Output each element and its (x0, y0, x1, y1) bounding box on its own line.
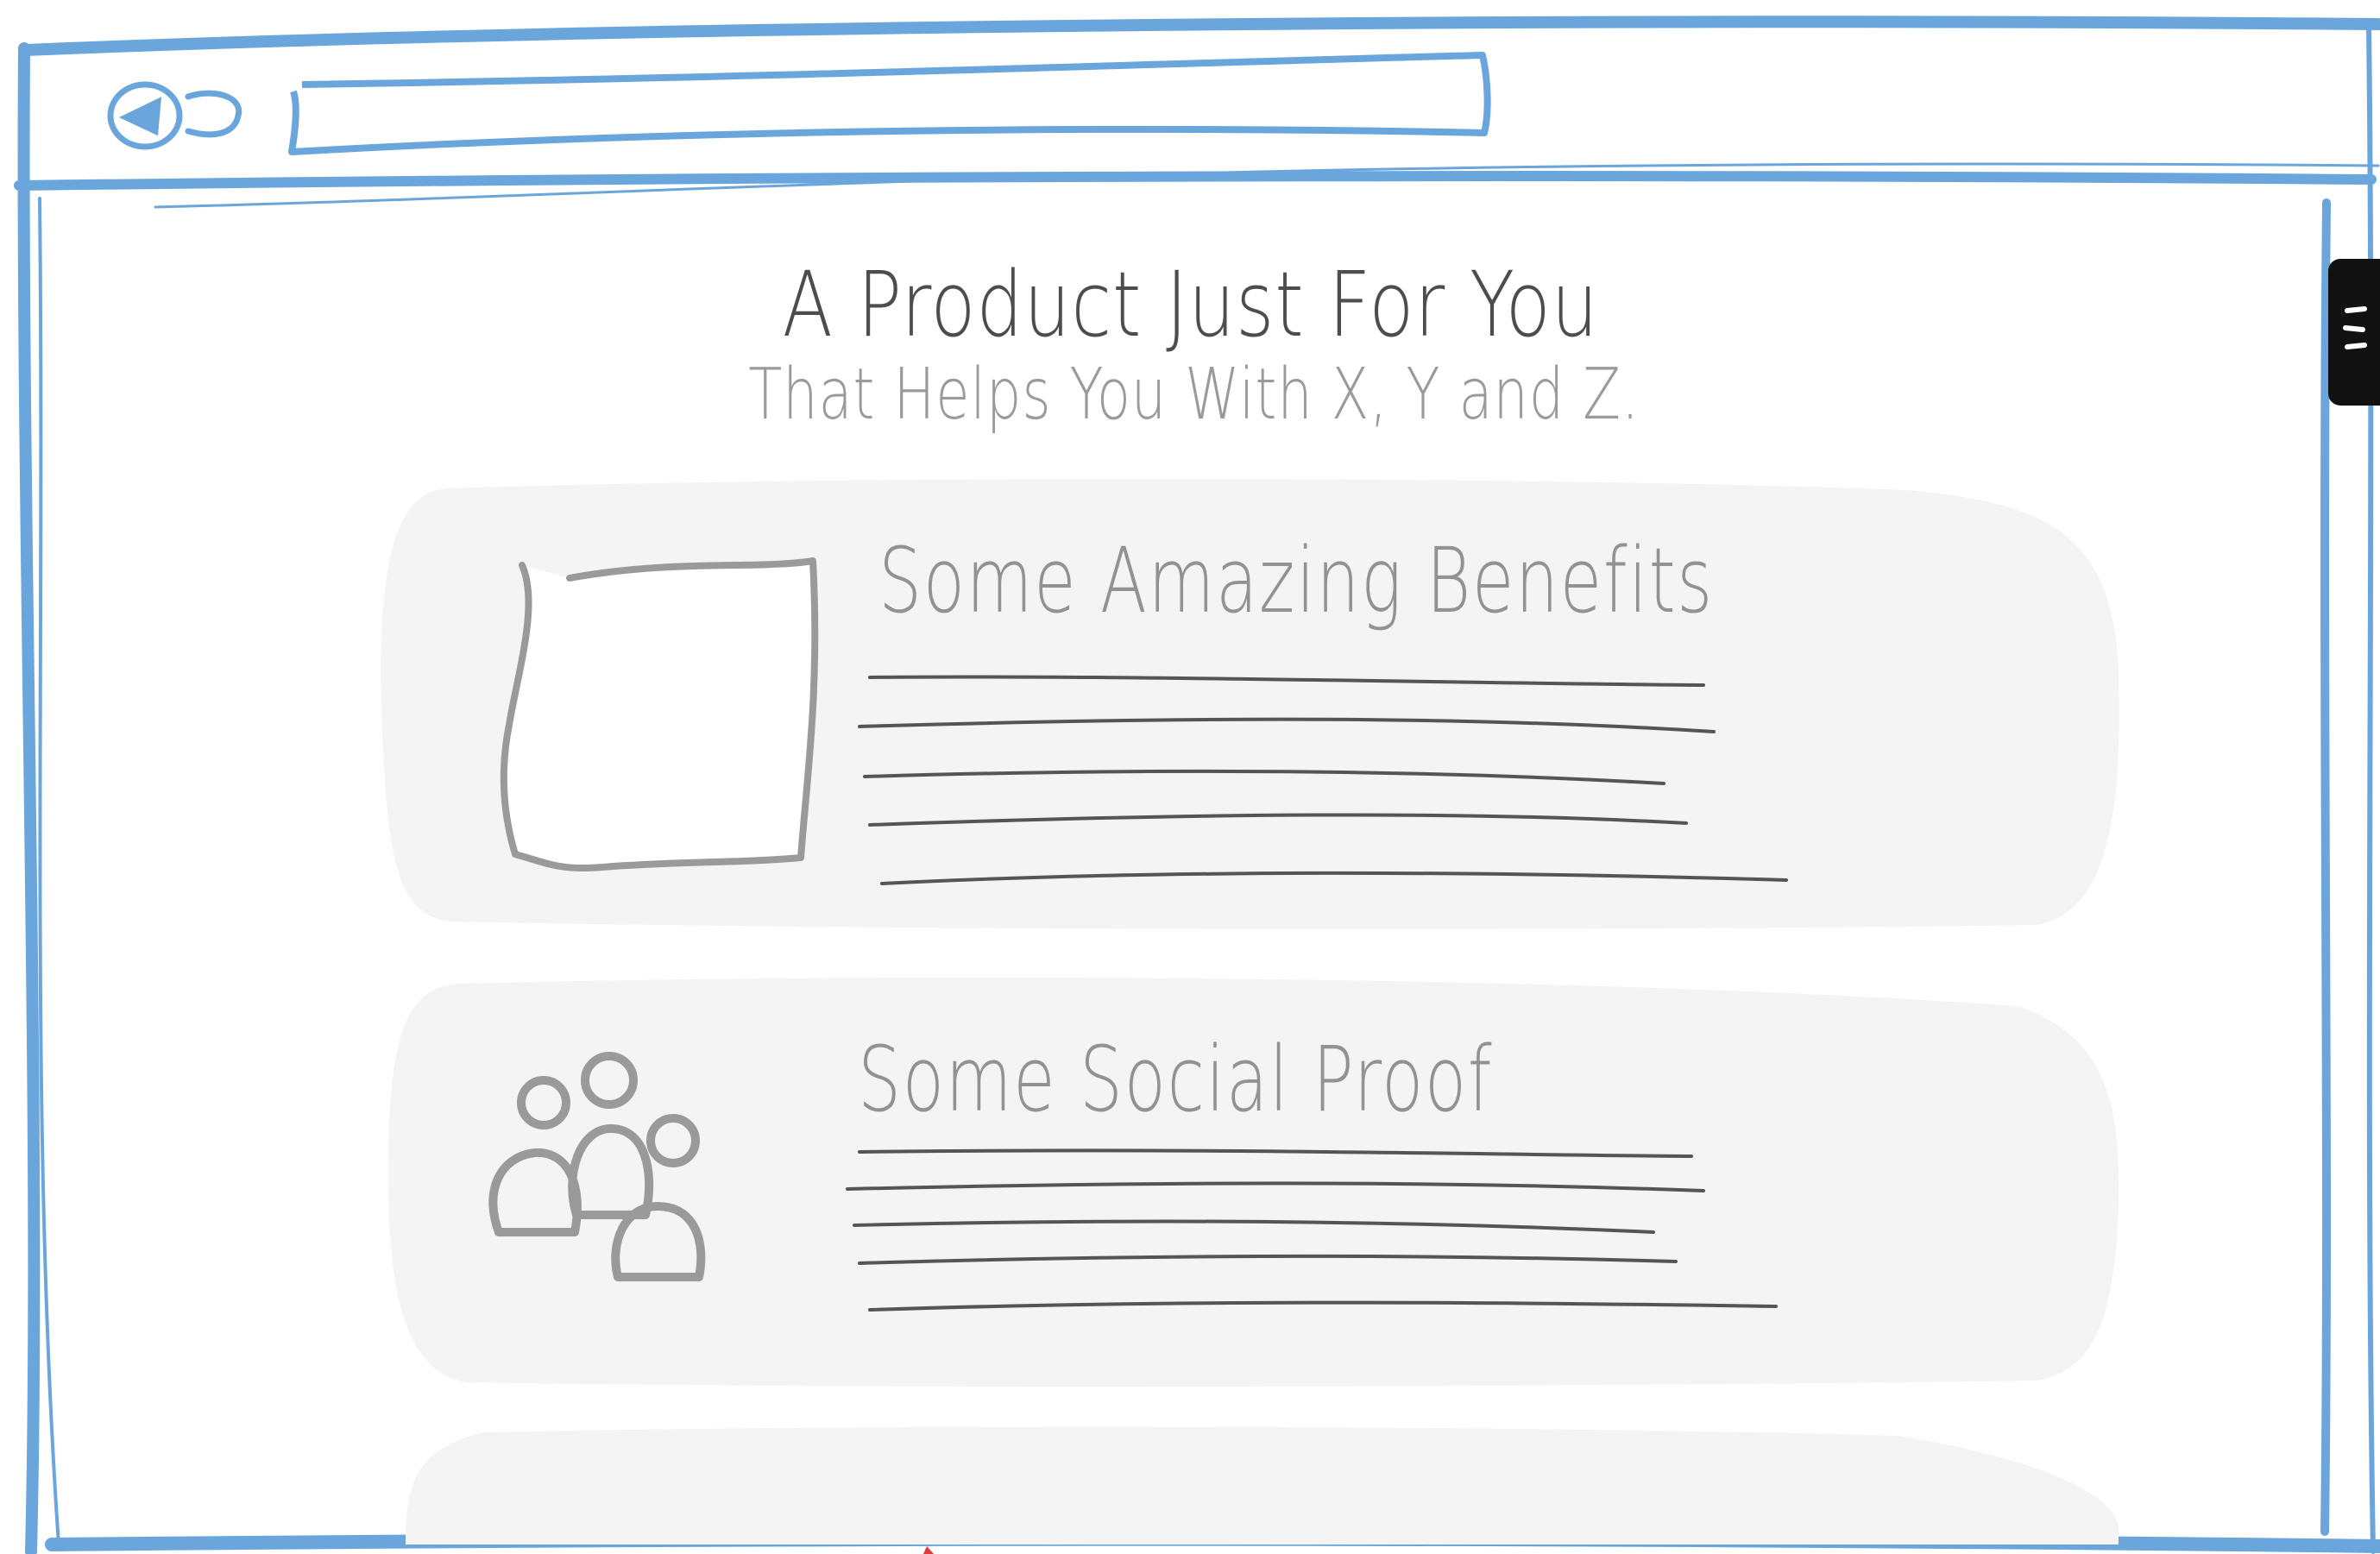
social-proof-card-title: Some Social Proof (858, 1027, 1494, 1132)
back-arrow-icon (118, 97, 162, 136)
reload-button[interactable] (185, 90, 242, 138)
cursor-mark (923, 1546, 934, 1554)
benefits-card-title: Some Amazing Benefits (878, 528, 1714, 633)
address-bar[interactable] (288, 52, 1491, 155)
hamburger-menu-button[interactable] (2328, 259, 2380, 406)
page-subtitle: That Helps You With X, Y and Z. (748, 354, 1640, 436)
back-button[interactable] (107, 81, 183, 150)
wireframe-canvas (14, 16, 2380, 1554)
page-title: A Product Just For You (782, 252, 1599, 357)
image-placeholder-icon (500, 557, 819, 871)
hamburger-menu-icon (2343, 306, 2367, 349)
reload-icon (185, 90, 242, 138)
third-card-bg (406, 1426, 2119, 1545)
